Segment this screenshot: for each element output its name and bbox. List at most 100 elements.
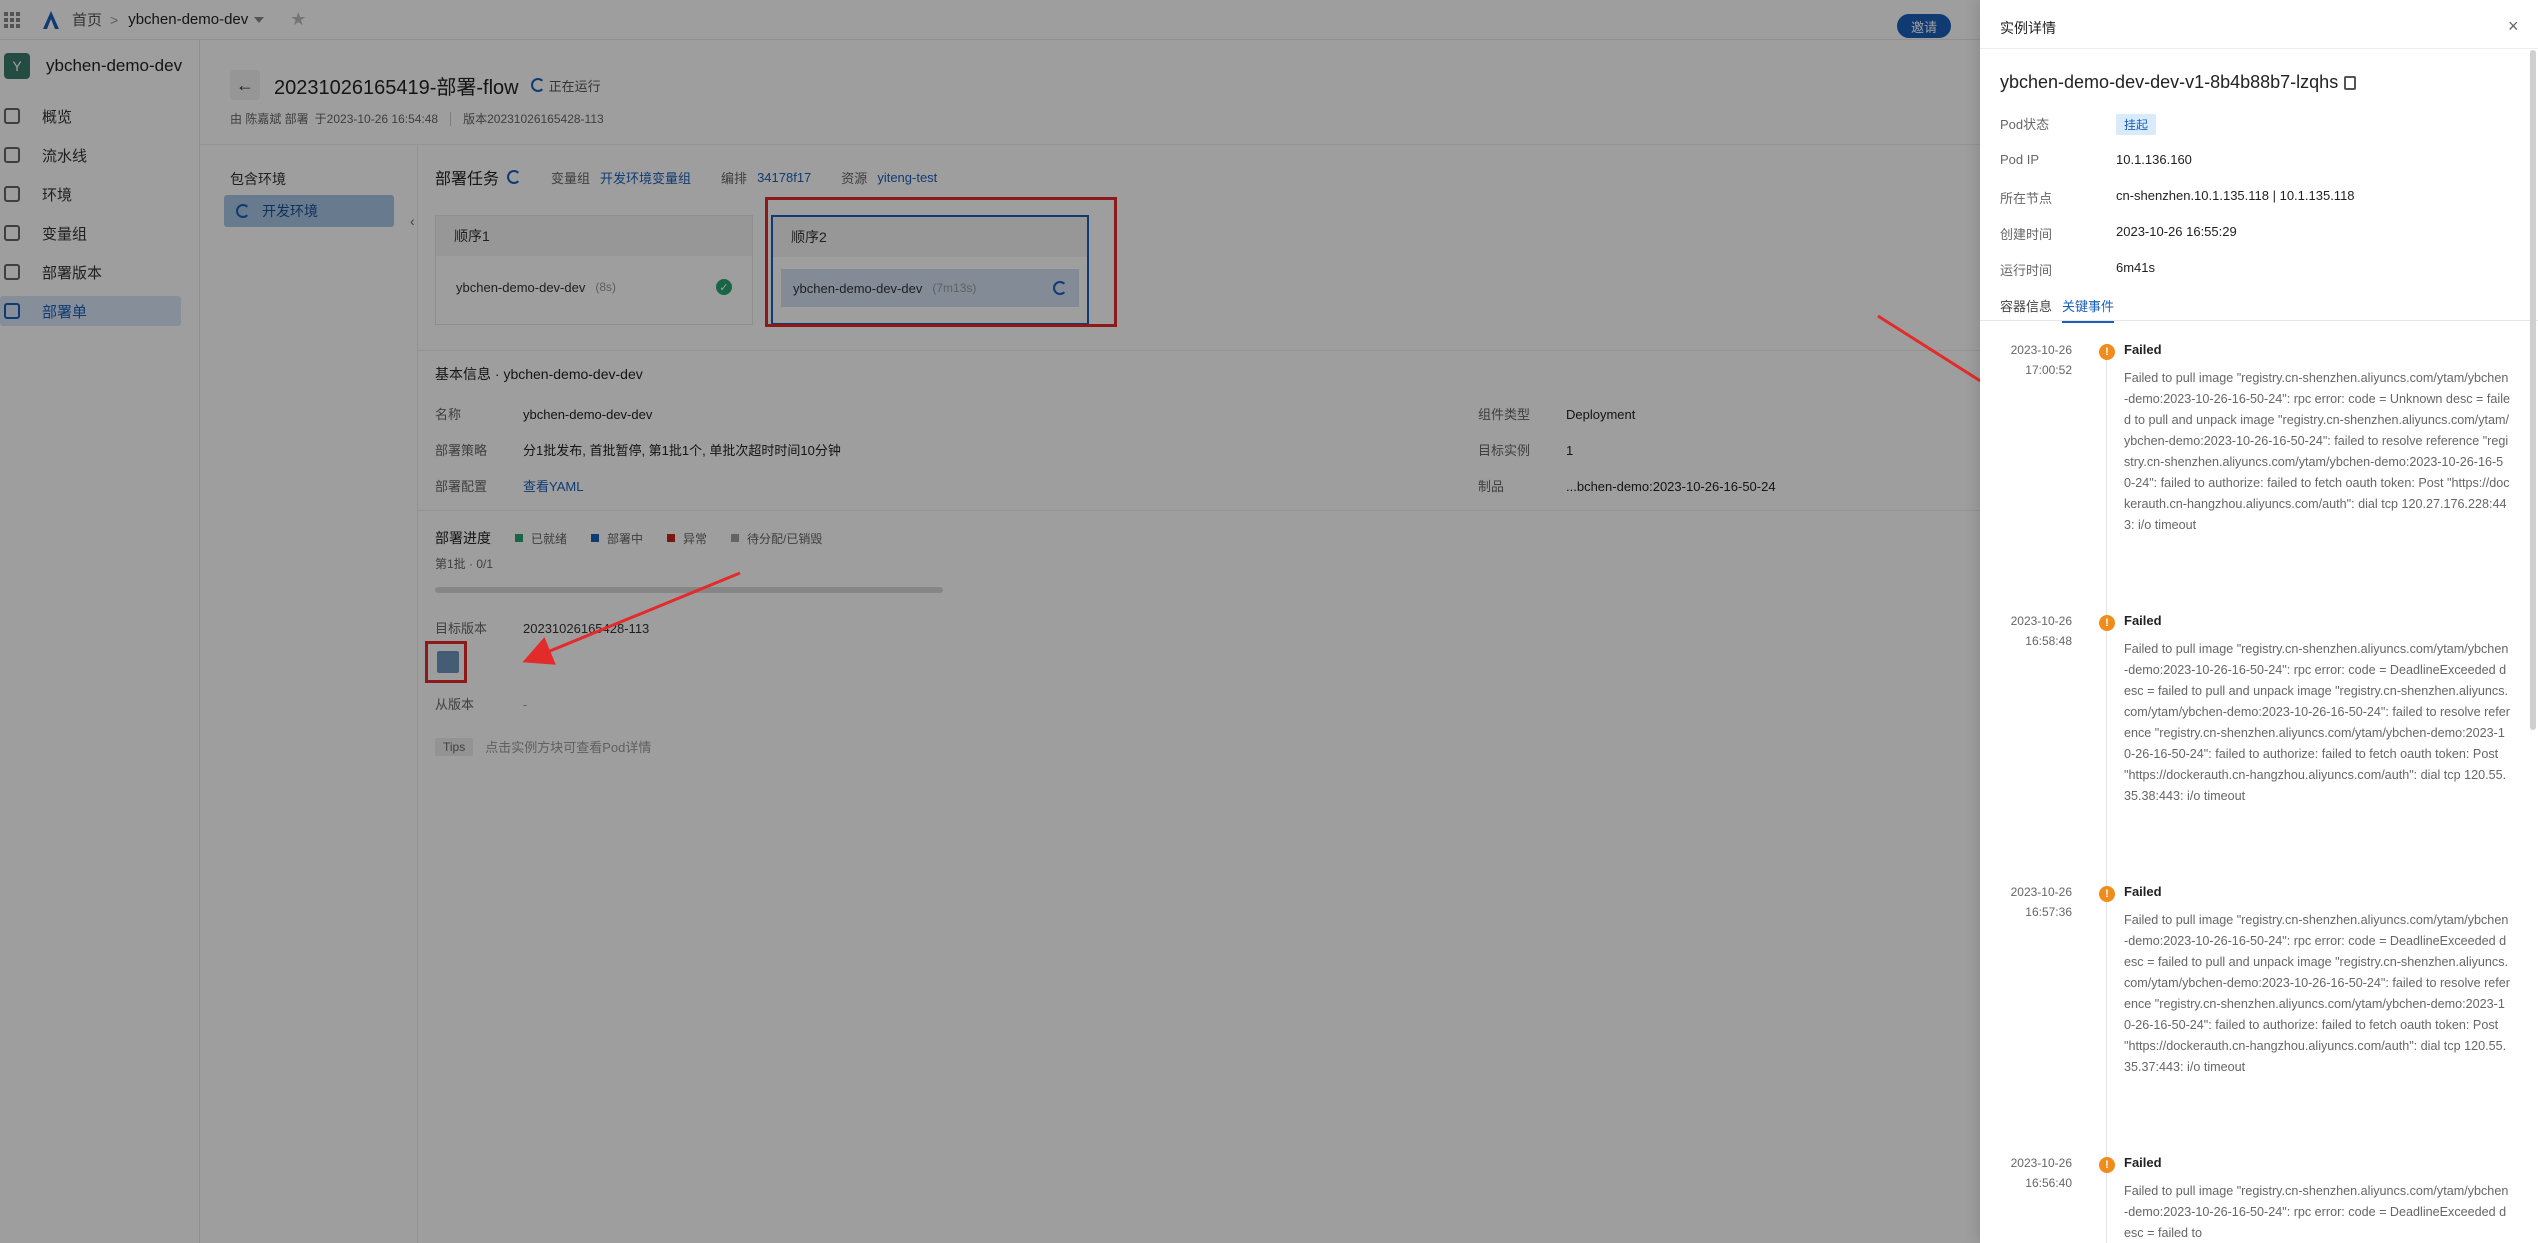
- event-message: Failed to pull image "registry.cn-shenzh…: [2124, 642, 2510, 803]
- target-instance-label: 目标实例: [1478, 443, 1531, 458]
- legend-label: 异常: [683, 531, 708, 546]
- event-message: Failed to pull image "registry.cn-shenzh…: [2124, 913, 2510, 1074]
- event-title: Failed: [2124, 1155, 2162, 1170]
- project-name: ybchen-demo-dev: [46, 56, 183, 75]
- tab-key-events[interactable]: 关键事件: [2062, 296, 2115, 323]
- legend-pending: 待分配/已销毁: [731, 530, 822, 547]
- event-time: 2023-10-26 16:58:48: [1982, 611, 2072, 651]
- app-grid-icon[interactable]: [4, 11, 22, 29]
- back-button[interactable]: ←: [230, 70, 260, 100]
- name-label: 名称: [435, 407, 462, 422]
- event-clock: 16:58:48: [2025, 634, 2072, 648]
- target-version-value: 20231026165428-113: [523, 621, 650, 636]
- breadcrumb-separator: >: [110, 11, 119, 28]
- success-check-icon: ✓: [716, 279, 732, 295]
- strategy-value: 分1批发布, 首批暂停, 第1批1个, 单批次超时时间10分钟: [523, 443, 841, 458]
- loading-icon: [530, 78, 545, 92]
- tips-text: 点击实例方块可查看Pod详情: [485, 740, 652, 755]
- chevron-down-icon[interactable]: [254, 16, 265, 23]
- pipeline-icon: [4, 147, 20, 163]
- from-version-label: 从版本: [435, 697, 475, 712]
- order-card-1: 顺序1 ybchen-demo-dev-dev (8s) ✓: [435, 215, 753, 325]
- deployer-text: 由 陈嘉斌 部署: [230, 112, 309, 126]
- event-time: 2023-10-26 16:57:36: [1982, 882, 2072, 922]
- resource-link[interactable]: yiteng-test: [877, 170, 937, 185]
- sidebar-item-deploy-version[interactable]: 部署版本: [0, 257, 181, 287]
- legend-swatch: [515, 534, 523, 542]
- warning-icon: !: [2099, 344, 2115, 360]
- sidebar-item-label: 流水线: [42, 147, 88, 165]
- pod-ip-row: Pod IP 10.1.136.160: [2000, 152, 2192, 167]
- section-divider: [418, 510, 1980, 511]
- event-timeline[interactable]: 2023-10-26 17:00:52 ! Failed Failed to pu…: [1980, 330, 2538, 1243]
- name-row: 名称 ybchen-demo-dev-dev: [435, 404, 652, 423]
- collapse-icon[interactable]: ‹: [410, 213, 415, 229]
- environment-icon: [4, 186, 20, 202]
- batch-label: 第1批 · 0/1: [435, 557, 494, 571]
- orchestration-link[interactable]: 34178f17: [757, 170, 811, 185]
- breadcrumb-project[interactable]: ybchen-demo-dev: [128, 11, 248, 28]
- version-text: 版本20231026165428-113: [450, 112, 604, 126]
- project-header[interactable]: Y ybchen-demo-dev: [0, 40, 199, 92]
- package-icon: [4, 264, 20, 280]
- deploy-time: 于2023-10-26 16:54:48: [314, 112, 439, 126]
- tips-row: Tips 点击实例方块可查看Pod详情: [435, 737, 651, 756]
- order-service[interactable]: ybchen-demo-dev-dev (8s) ✓: [444, 268, 744, 306]
- name-value: ybchen-demo-dev-dev: [523, 407, 653, 422]
- strategy-row: 部署策略 分1批发布, 首批暂停, 第1批1个, 单批次超时时间10分钟: [435, 440, 841, 459]
- pod-ip-label: Pod IP: [2000, 152, 2040, 167]
- warning-icon: !: [2099, 886, 2115, 902]
- sidebar-item-pipeline[interactable]: 流水线: [0, 140, 181, 170]
- target-instance-row: 目标实例 1: [1478, 440, 1573, 459]
- sidebar-item-label: 环境: [42, 186, 73, 204]
- sidebar-item-environment[interactable]: 环境: [0, 179, 181, 209]
- environment-item[interactable]: 开发环境: [224, 195, 394, 227]
- copy-icon[interactable]: [2344, 75, 2357, 90]
- close-icon[interactable]: ×: [2508, 16, 2519, 37]
- drawer-scrollbar[interactable]: [2530, 50, 2536, 730]
- header-divider: [200, 144, 1980, 145]
- warning-icon: !: [2099, 1157, 2115, 1173]
- tab-container-info[interactable]: 容器信息: [2000, 296, 2052, 323]
- from-version-value: -: [523, 697, 528, 712]
- drawer-title: 实例详情: [2000, 20, 2056, 36]
- sidebar-item-overview[interactable]: 概览: [0, 101, 181, 131]
- sidebar-item-deploy-order[interactable]: 部署单: [0, 296, 181, 326]
- timeline-line: [2106, 348, 2107, 1243]
- pod-name-row: ybchen-demo-dev-dev-v1-8b4b88b7-lzqhs: [2000, 72, 2357, 93]
- target-instance-value: 1: [1566, 443, 1574, 458]
- breadcrumb-home[interactable]: 首页: [72, 9, 102, 30]
- sidebar-item-label: 部署单: [42, 303, 88, 321]
- left-sidebar: Y ybchen-demo-dev 概览 流水线 环境 变量组 部署版本 部署单: [0, 40, 200, 1243]
- logo-icon[interactable]: [40, 9, 62, 31]
- variable-icon: [4, 225, 20, 241]
- legend-label: 已就绪: [531, 531, 568, 546]
- event-clock: 17:00:52: [2025, 363, 2072, 377]
- pod-name: ybchen-demo-dev-dev-v1-8b4b88b7-lzqhs: [2000, 72, 2339, 92]
- type-row: 组件类型 Deployment: [1478, 404, 1635, 423]
- created-row: 创建时间 2023-10-26 16:55:29: [2000, 224, 2237, 243]
- sidebar-item-variable-group[interactable]: 变量组: [0, 218, 181, 248]
- pod-status-label: Pod状态: [2000, 117, 2050, 132]
- tips-tag: Tips: [435, 737, 474, 756]
- star-icon[interactable]: ★: [290, 9, 306, 30]
- event-title: Failed: [2124, 613, 2162, 628]
- project-avatar: Y: [4, 53, 30, 79]
- deploy-task-header: 部署任务 变量组 开发环境变量组 编排 34178f17 资源 yiteng-t…: [435, 165, 937, 189]
- created-value: 2023-10-26 16:55:29: [2116, 224, 2237, 239]
- deploy-task-title: 部署任务: [435, 171, 500, 188]
- basic-info-title: 基本信息 · ybchen-demo-dev-dev: [435, 366, 643, 382]
- view-yaml-link[interactable]: 查看YAML: [523, 479, 583, 494]
- variable-group-link[interactable]: 开发环境变量组: [600, 168, 691, 187]
- drawer-tabs: 容器信息 关键事件: [2000, 296, 2124, 323]
- event-date: 2023-10-26: [2010, 343, 2072, 357]
- instance-detail-drawer: 实例详情 × ybchen-demo-dev-dev-v1-8b4b88b7-l…: [1980, 0, 2538, 1243]
- page-header: ← 20231026165419-部署-flow 正在运行: [230, 70, 601, 100]
- page-title: 20231026165419-部署-flow: [274, 76, 519, 99]
- uptime-label: 运行时间: [2000, 263, 2053, 278]
- pod-status-row: Pod状态 挂起: [2000, 114, 2157, 135]
- invite-button[interactable]: 邀请: [1897, 14, 1952, 38]
- event-message: Failed to pull image "registry.cn-shenzh…: [2124, 371, 2510, 532]
- config-row: 部署配置 查看YAML: [435, 476, 583, 495]
- type-label: 组件类型: [1478, 407, 1531, 422]
